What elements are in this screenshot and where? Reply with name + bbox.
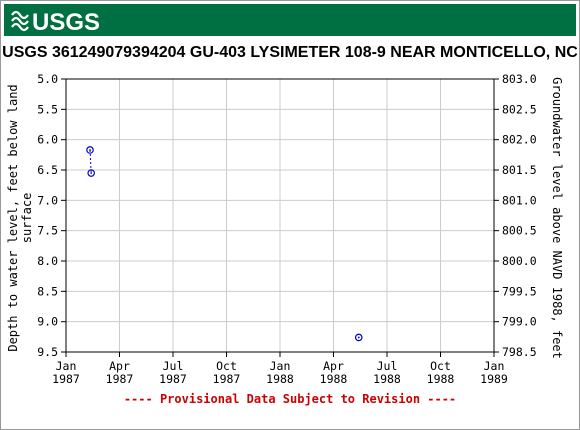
y-left-tick-label: 5.0 bbox=[37, 72, 58, 86]
y-right-tick-label: 801.5 bbox=[502, 163, 537, 177]
x-tick-label-month: Jan bbox=[56, 359, 77, 373]
x-tick-label-year: 1989 bbox=[480, 372, 508, 386]
provisional-note: ---- Provisional Data Subject to Revisio… bbox=[123, 392, 457, 406]
y-left-tick-label: 8.0 bbox=[37, 254, 58, 268]
x-tick-label-year: 1988 bbox=[266, 372, 294, 386]
data-point-center bbox=[357, 336, 360, 339]
data-point-center bbox=[90, 172, 93, 174]
data-point-center bbox=[89, 149, 91, 151]
x-tick-label-month: Oct bbox=[430, 359, 451, 373]
x-tick-label-year: 1987 bbox=[106, 372, 134, 386]
y-left-tick-label: 7.5 bbox=[37, 224, 58, 238]
y-left-label-line2: surface bbox=[20, 193, 34, 244]
grid-lines bbox=[66, 79, 494, 352]
y-left-ticks: 5.0 5.5 6.0 6.5 7.0 7.5 8.0 8.5 9.0 9.5 bbox=[37, 72, 66, 359]
y-left-tick-label: 9.5 bbox=[37, 345, 58, 359]
x-ticks: Jan1987Apr1987Jul1987Oct1987Jan1988Apr19… bbox=[52, 352, 508, 386]
y-right-tick-label: 802.5 bbox=[502, 102, 537, 116]
y-right-tick-label: 799.0 bbox=[502, 315, 537, 329]
y-left-tick-label: 6.0 bbox=[37, 133, 58, 147]
x-tick-label-month: Jan bbox=[270, 359, 291, 373]
x-tick-label-month: Oct bbox=[216, 359, 237, 373]
data-series bbox=[86, 146, 363, 342]
y-right-tick-label: 798.5 bbox=[502, 345, 537, 359]
x-tick-label-year: 1987 bbox=[213, 372, 241, 386]
x-tick-label-month: Apr bbox=[323, 359, 344, 373]
y-right-tick-label: 803.0 bbox=[502, 72, 537, 86]
y-right-tick-label: 799.5 bbox=[502, 284, 537, 298]
x-tick-label-month: Jan bbox=[484, 359, 505, 373]
x-tick-label-year: 1988 bbox=[427, 372, 455, 386]
y-left-tick-label: 9.0 bbox=[37, 315, 58, 329]
chart-plot: 5.0 5.5 6.0 6.5 7.0 7.5 8.0 8.5 9.0 9.5 803.0 802.… bbox=[6, 72, 564, 386]
y-left-tick-label: 5.5 bbox=[37, 102, 58, 116]
x-tick-label-year: 1988 bbox=[373, 372, 401, 386]
y-left-tick-label: 8.5 bbox=[37, 284, 58, 298]
y-left-tick-label: 7.0 bbox=[37, 193, 58, 207]
y-right-tick-label: 800.5 bbox=[502, 224, 537, 238]
x-tick-label-year: 1987 bbox=[159, 372, 187, 386]
x-tick-label-year: 1987 bbox=[52, 372, 80, 386]
y-left-tick-label: 6.5 bbox=[37, 163, 58, 177]
y-right-label: Groundwater level above NAVD 1988, feet bbox=[550, 77, 564, 359]
y-right-tick-label: 801.0 bbox=[502, 193, 537, 207]
y-right-ticks: 803.0 802.5 802.0 801.5 801.0 800.5 800.0 799.5… bbox=[494, 72, 537, 359]
y-left-label-line1: Depth to water level, feet below land bbox=[6, 84, 20, 351]
x-tick-label-year: 1988 bbox=[320, 372, 348, 386]
y-right-tick-label: 802.0 bbox=[502, 133, 537, 147]
x-tick-label-month: Jul bbox=[377, 359, 398, 373]
x-tick-label-month: Apr bbox=[109, 359, 130, 373]
x-tick-label-month: Jul bbox=[163, 359, 184, 373]
y-right-tick-label: 800.0 bbox=[502, 254, 537, 268]
